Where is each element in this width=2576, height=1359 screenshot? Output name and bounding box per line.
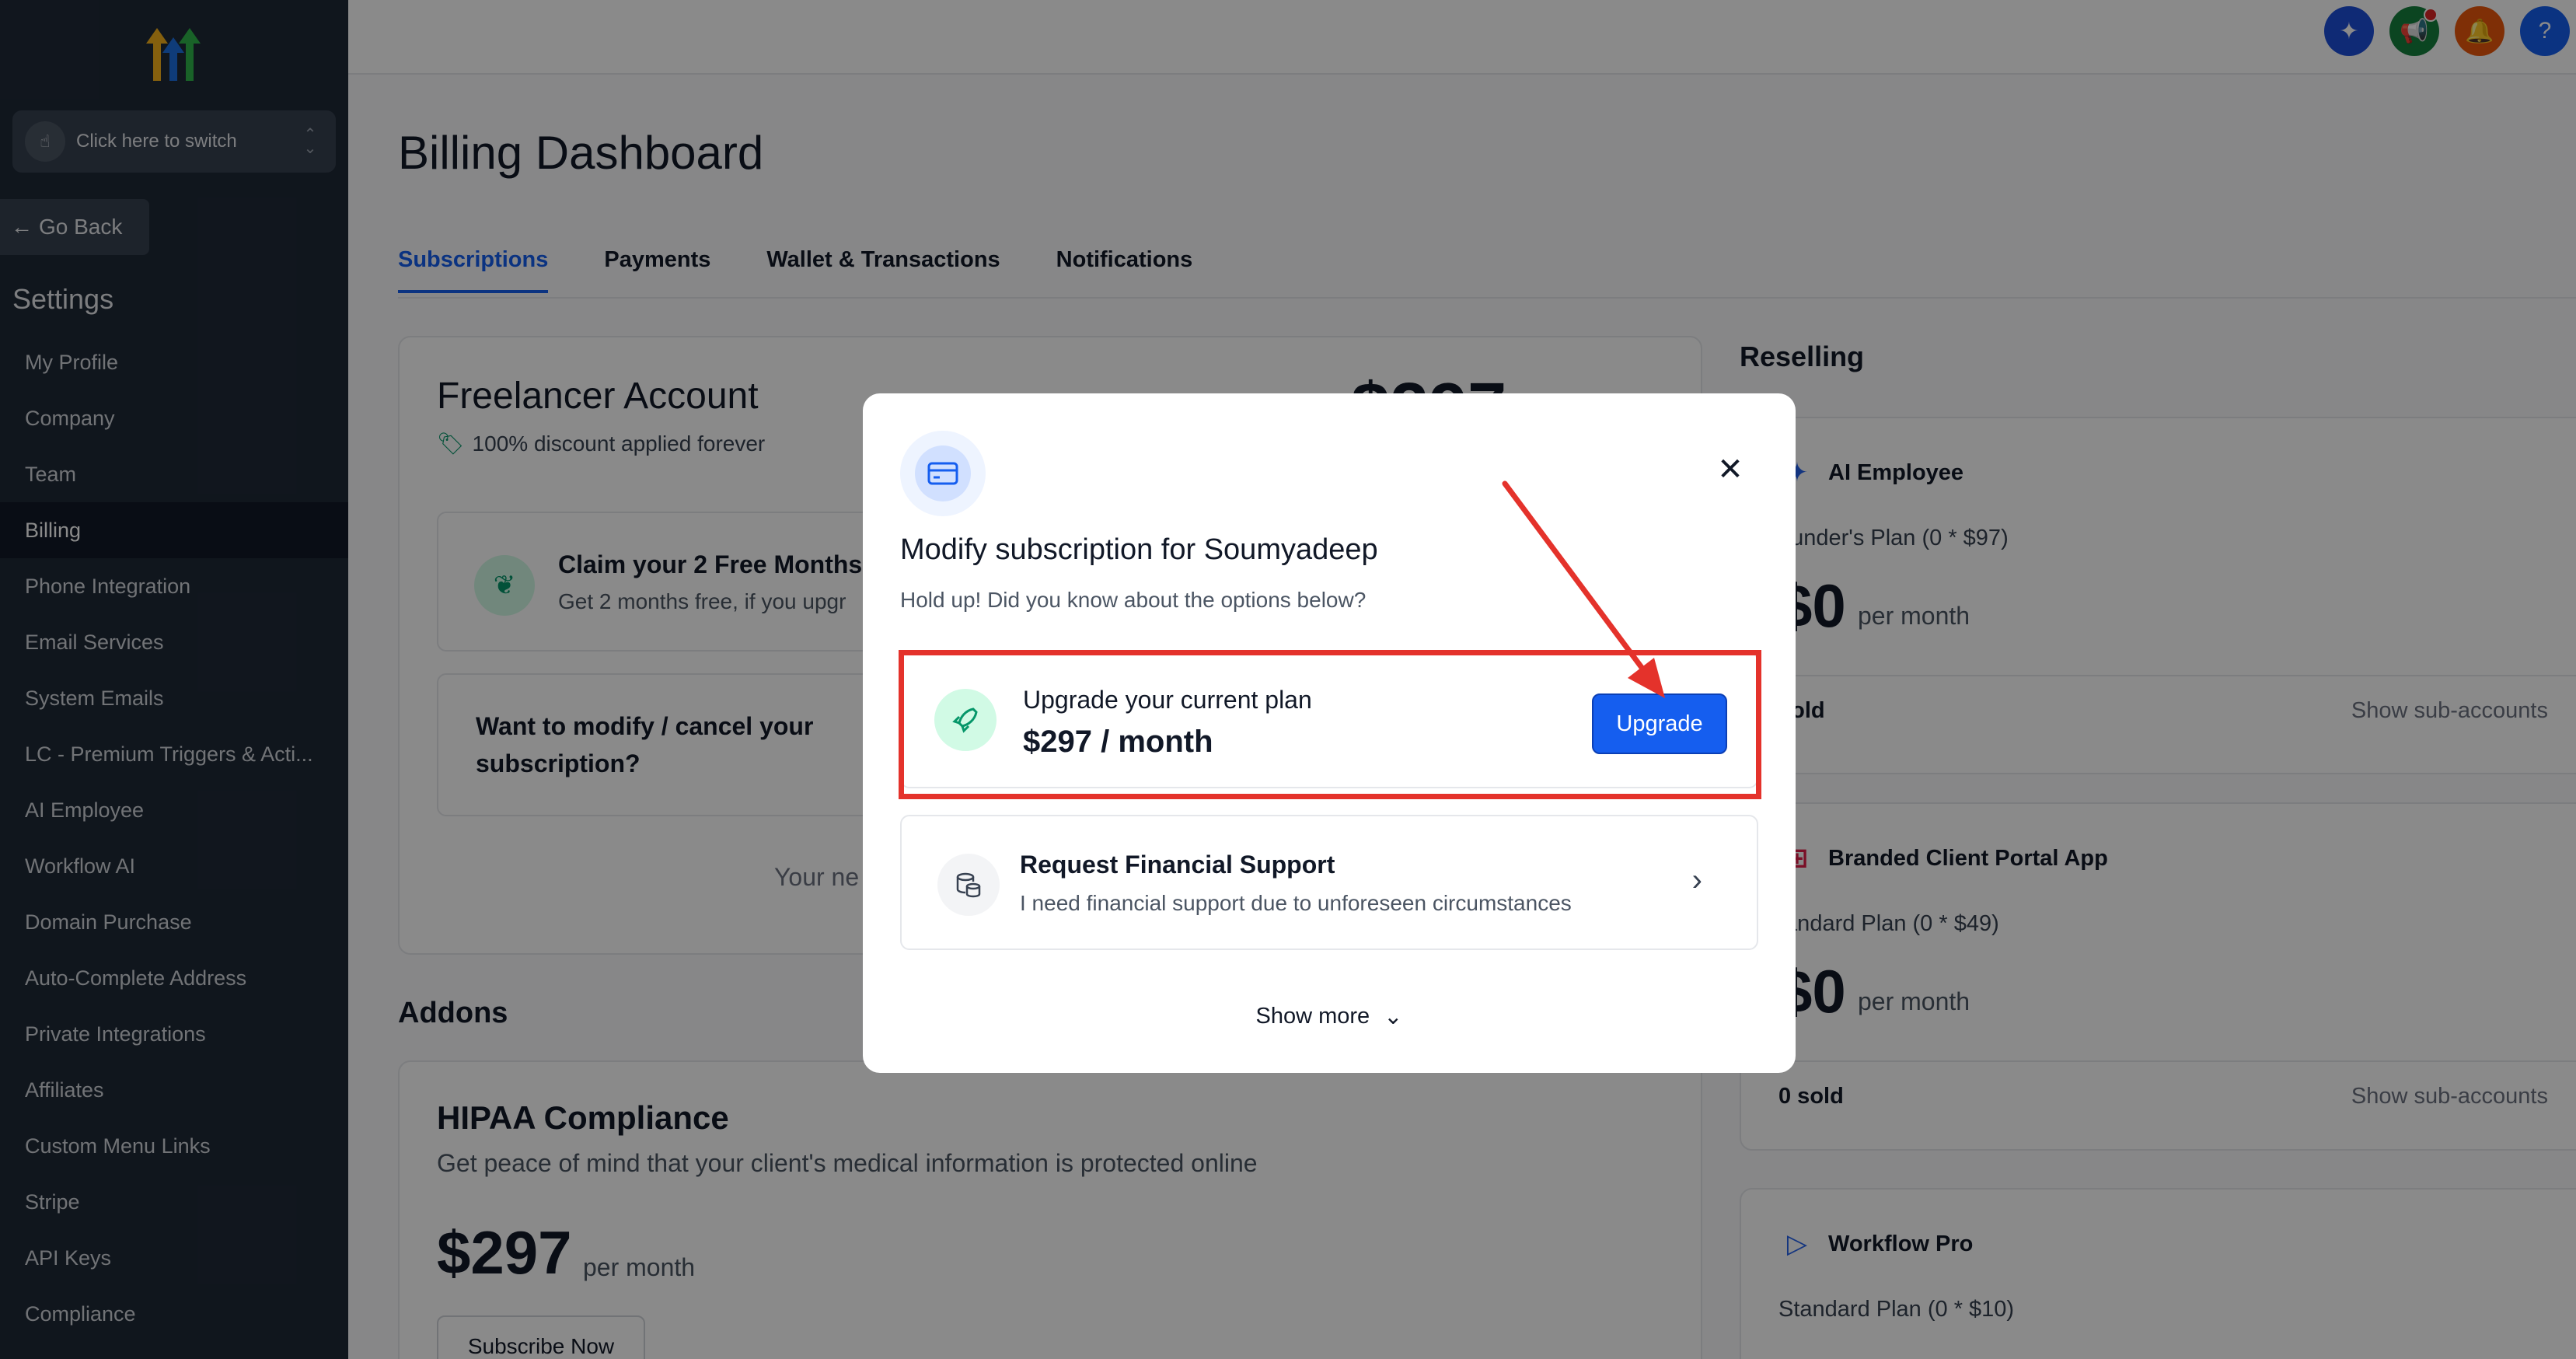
support-description: I need financial support due to unforese… <box>1020 891 1572 915</box>
support-title: Request Financial Support <box>1020 851 1335 879</box>
modal-icon-wrap <box>900 431 986 516</box>
close-icon[interactable]: ✕ <box>1712 451 1749 488</box>
credit-card-icon <box>915 445 971 501</box>
modal-title: Modify subscription for Soumyadeep <box>900 533 1378 566</box>
financial-support-option[interactable]: Request Financial Support I need financi… <box>900 815 1758 950</box>
chevron-down-icon: ⌄ <box>1384 1004 1403 1029</box>
show-more-button[interactable]: Show more ⌄ <box>863 1003 1796 1030</box>
chevron-right-icon: › <box>1691 863 1702 897</box>
annotation-highlight-box <box>899 650 1761 799</box>
modal-subtitle: Hold up! Did you know about the options … <box>900 588 1367 612</box>
coins-icon <box>937 854 1000 916</box>
show-more-label: Show more <box>1255 1004 1370 1029</box>
